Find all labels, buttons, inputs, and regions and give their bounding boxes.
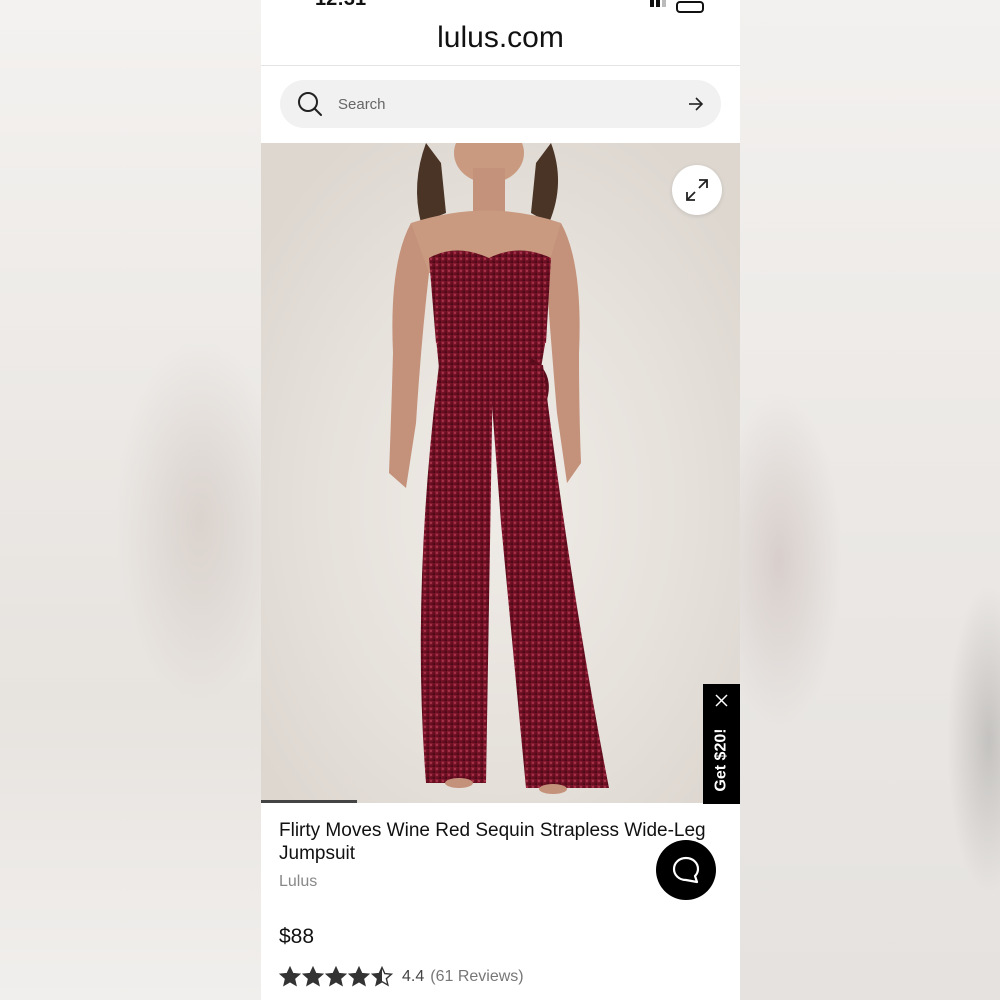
status-icons bbox=[650, 0, 704, 13]
carousel-progress bbox=[261, 800, 357, 803]
promo-label-wrap[interactable]: Get $20! bbox=[703, 724, 740, 796]
search-input[interactable] bbox=[338, 80, 668, 128]
model-photo bbox=[389, 143, 609, 794]
signal-icon bbox=[650, 0, 668, 13]
status-time: 12:31 bbox=[315, 0, 366, 11]
product-price: $88 bbox=[279, 925, 315, 948]
review-count[interactable]: (61 Reviews) bbox=[430, 968, 523, 986]
expand-button[interactable] bbox=[672, 165, 722, 215]
star-icon bbox=[371, 966, 393, 987]
search-icon[interactable] bbox=[297, 91, 323, 117]
star-icon bbox=[325, 966, 347, 987]
status-bar: 12:31 bbox=[261, 0, 740, 13]
background-right bbox=[739, 0, 1000, 1000]
chat-button[interactable] bbox=[656, 840, 716, 900]
promo-label[interactable]: Get $20! bbox=[713, 728, 731, 791]
chat-icon bbox=[672, 856, 700, 884]
site-header: lulus.com bbox=[261, 18, 740, 66]
star-icon bbox=[348, 966, 370, 987]
star-icon bbox=[279, 966, 301, 987]
rating-value: 4.4 bbox=[402, 968, 425, 985]
arrow-right-icon[interactable] bbox=[688, 97, 704, 111]
product-image[interactable] bbox=[261, 143, 740, 803]
search-bar[interactable] bbox=[280, 80, 721, 128]
phone-screen: 12:31 lulus.com bbox=[261, 0, 740, 1000]
rating-row[interactable]: 4.4 (61 Reviews) bbox=[279, 964, 524, 990]
background-left bbox=[0, 0, 261, 1000]
product-brand[interactable]: Lulus bbox=[279, 873, 317, 891]
rating-stars bbox=[279, 966, 394, 988]
promo-tab[interactable]: Get $20! bbox=[703, 684, 740, 804]
battery-icon bbox=[676, 1, 704, 13]
close-icon[interactable] bbox=[715, 694, 728, 707]
expand-icon bbox=[686, 179, 708, 201]
star-icon bbox=[302, 966, 324, 987]
site-name[interactable]: lulus.com bbox=[437, 21, 564, 54]
